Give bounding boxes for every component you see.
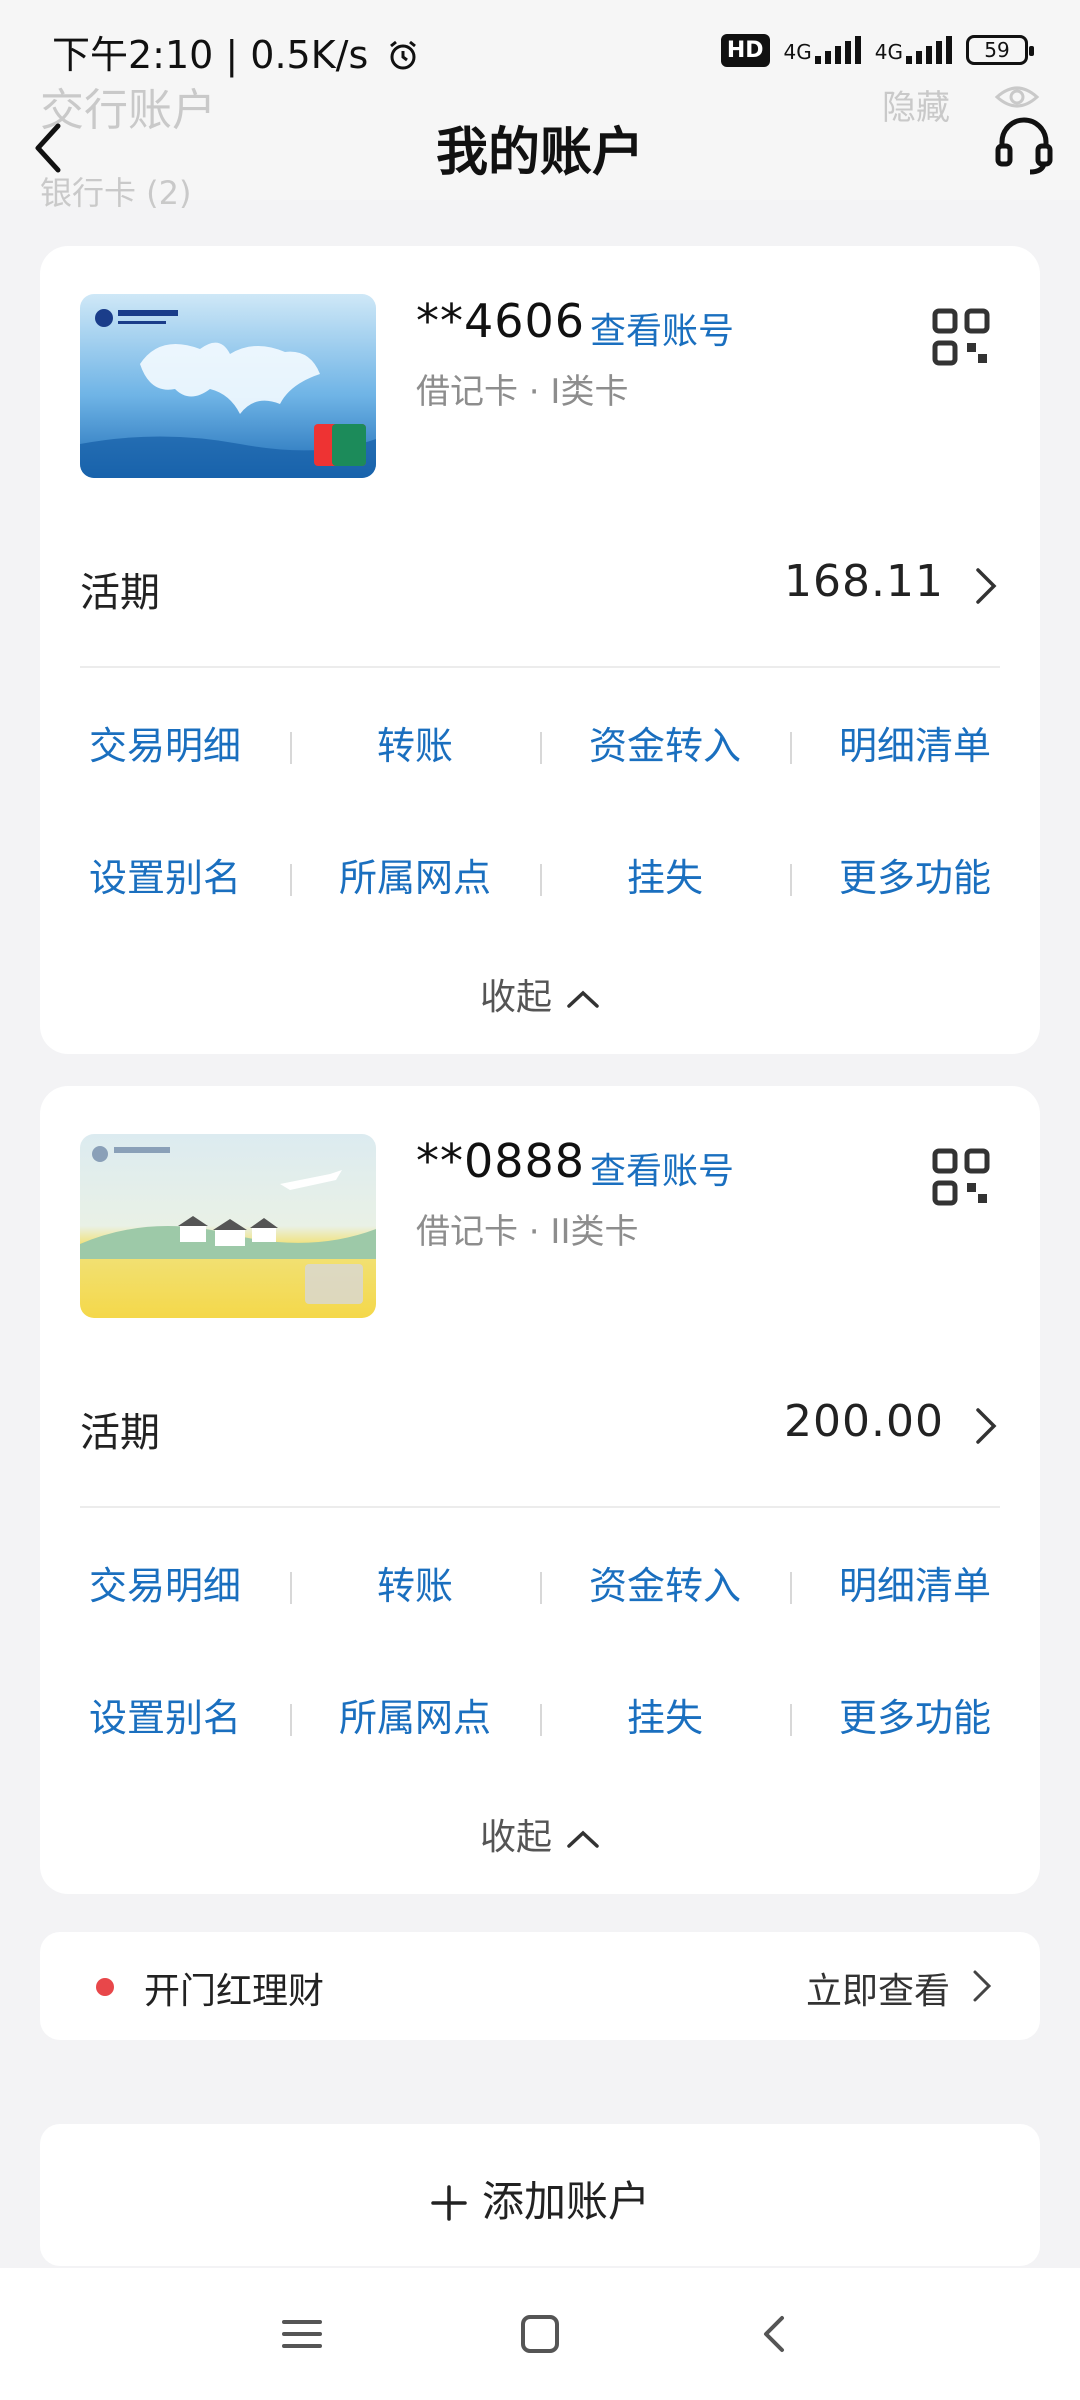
action-report-loss[interactable]: 挂失	[540, 848, 790, 980]
promo-dot-icon	[96, 1978, 114, 1996]
promo-cta[interactable]: 立即查看	[806, 1962, 950, 2014]
card-type: 借记卡 · I类卡	[416, 372, 629, 412]
status-time: 下午2:10 | 0.5K/s	[52, 24, 420, 79]
qr-code-icon[interactable]	[932, 1148, 990, 1206]
network-type-2: 4G	[874, 40, 903, 64]
collapse-button[interactable]: 收起	[40, 1808, 1040, 1860]
collapse-label: 收起	[479, 977, 552, 1018]
chevron-up-icon	[567, 1830, 599, 1848]
promo-banner[interactable]: 开门红理财 立即查看	[40, 1932, 1040, 2040]
action-grid: 交易明细 转账 资金转入 明细清单 设置别名 所属网点 挂失 更多功能	[40, 716, 1040, 980]
headset-icon[interactable]	[992, 112, 1056, 176]
qr-code-icon[interactable]	[932, 308, 990, 366]
promo-text: 开门红理财	[144, 1971, 325, 2012]
eye-icon	[994, 86, 1040, 108]
balance-row[interactable]: 活期 200.00	[80, 1386, 1000, 1466]
view-account-number-link[interactable]: 查看账号	[590, 1142, 734, 1194]
signal-2: 4G	[875, 36, 952, 64]
action-set-alias[interactable]: 设置别名	[40, 848, 290, 980]
divider	[80, 1506, 1000, 1508]
action-more[interactable]: 更多功能	[790, 1688, 1040, 1820]
signal-bars-icon	[814, 36, 861, 64]
card-number: **0888	[416, 1134, 586, 1188]
action-branch[interactable]: 所属网点	[290, 848, 540, 980]
balance-label: 活期	[80, 1410, 160, 1456]
action-grid: 交易明细 转账 资金转入 明细清单 设置别名 所属网点 挂失 更多功能	[40, 1556, 1040, 1820]
account-card-2: **0888 查看账号 借记卡 · II类卡 活期 200.00 交易明细 转账…	[40, 1086, 1040, 1894]
action-row-2: 设置别名 所属网点 挂失 更多功能	[40, 1688, 1040, 1820]
app-header: 交行账户 银行卡 (2) 隐藏 我的账户	[0, 85, 1080, 212]
chevron-right-icon	[973, 1970, 992, 2002]
action-transfer[interactable]: 转账	[290, 716, 540, 848]
hd-icon: HD	[720, 33, 770, 67]
chevron-up-icon	[567, 990, 599, 1008]
menu-icon[interactable]	[280, 2312, 324, 2356]
add-account-content: 添加账户	[40, 2168, 1040, 2229]
status-icons: HD 4G 4G 59	[720, 30, 1034, 70]
card-number: **4606	[416, 294, 586, 348]
signal-bars-icon	[906, 36, 952, 64]
action-fund-in[interactable]: 资金转入	[540, 1556, 790, 1688]
system-nav-bar	[0, 2268, 1080, 2400]
page-title: 我的账户	[435, 123, 644, 183]
alarm-icon	[390, 40, 417, 70]
action-transfer[interactable]: 转账	[290, 1556, 540, 1688]
collapse-label: 收起	[479, 1817, 552, 1858]
collapse-button[interactable]: 收起	[40, 968, 1040, 1020]
divider	[80, 666, 1000, 668]
back-icon[interactable]	[752, 2312, 796, 2356]
signal-1: 4G	[784, 36, 861, 64]
action-transaction-details[interactable]: 交易明细	[40, 716, 290, 848]
action-row-1: 交易明细 转账 资金转入 明细清单	[40, 1556, 1040, 1688]
chevron-right-icon	[976, 1408, 997, 1444]
action-more[interactable]: 更多功能	[790, 848, 1040, 980]
action-statement[interactable]: 明细清单	[790, 716, 1040, 848]
balance-value: 168.11	[784, 556, 944, 607]
balance-label: 活期	[80, 570, 160, 616]
battery-icon: 59	[966, 35, 1034, 65]
balance-value: 200.00	[784, 1396, 944, 1447]
status-time-text: 下午2:10 | 0.5K/s	[52, 33, 369, 77]
action-transaction-details[interactable]: 交易明细	[40, 1556, 290, 1688]
action-set-alias[interactable]: 设置别名	[40, 1688, 290, 1820]
action-row-1: 交易明细 转账 资金转入 明细清单	[40, 716, 1040, 848]
home-icon[interactable]	[518, 2312, 562, 2356]
view-account-number-link[interactable]: 查看账号	[590, 302, 734, 354]
plus-icon	[431, 2185, 467, 2221]
card-type: 借记卡 · II类卡	[416, 1212, 639, 1252]
action-report-loss[interactable]: 挂失	[540, 1688, 790, 1820]
account-card-1: **4606 查看账号 借记卡 · I类卡 活期 168.11 交易明细 转账 …	[40, 246, 1040, 1054]
action-statement[interactable]: 明细清单	[790, 1556, 1040, 1688]
action-fund-in[interactable]: 资金转入	[540, 716, 790, 848]
bank-card-image[interactable]	[80, 294, 376, 478]
action-branch[interactable]: 所属网点	[290, 1688, 540, 1820]
action-row-2: 设置别名 所属网点 挂失 更多功能	[40, 848, 1040, 980]
bank-card-image[interactable]	[80, 1134, 376, 1318]
network-type-1: 4G	[783, 40, 812, 64]
balance-row[interactable]: 活期 168.11	[80, 546, 1000, 626]
add-account-label: 添加账户	[481, 2177, 650, 2226]
add-account-button[interactable]: 添加账户	[40, 2124, 1040, 2266]
chevron-right-icon	[976, 568, 997, 604]
